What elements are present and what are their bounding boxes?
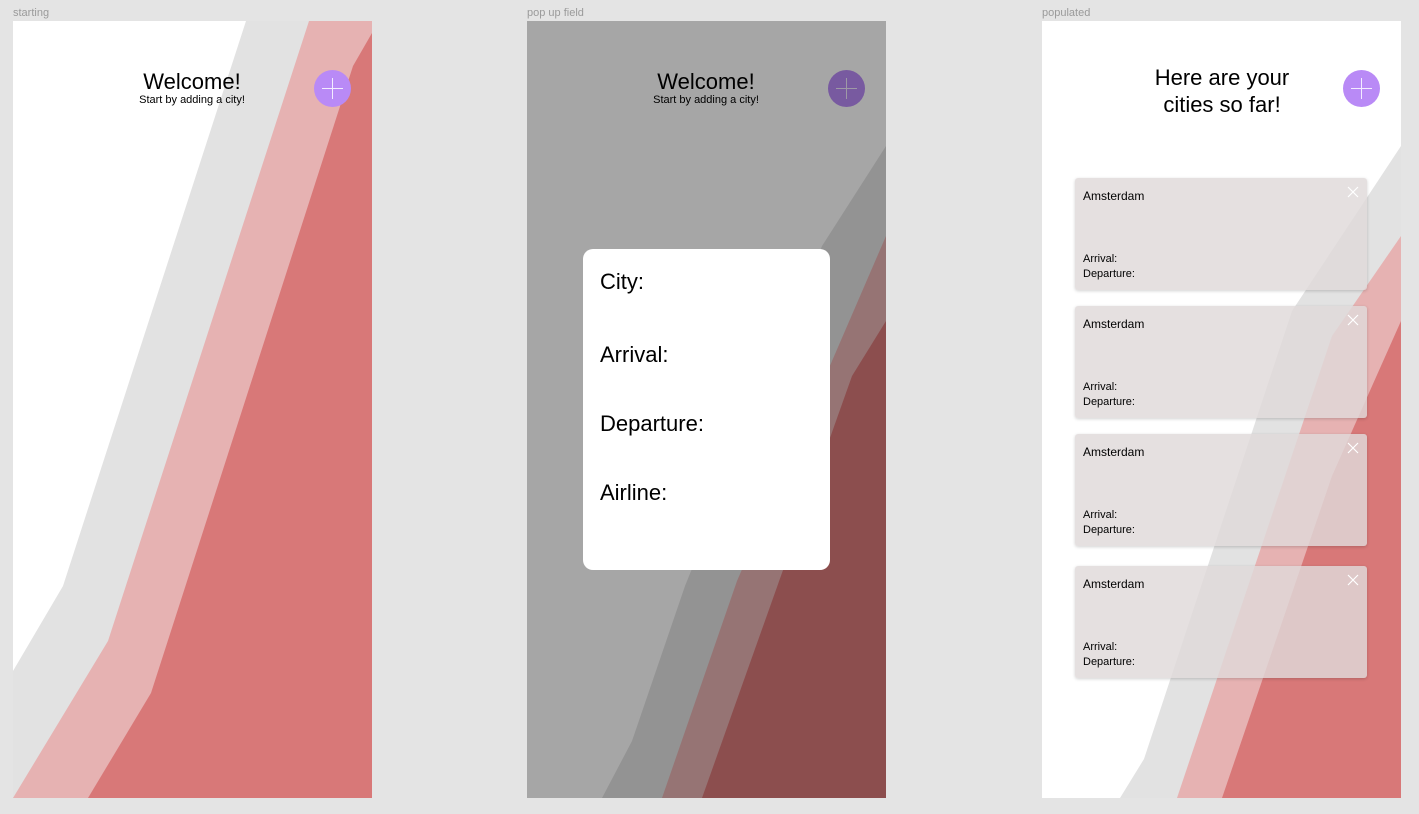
city-card[interactable]: Amsterdam Arrival: Departure: (1075, 434, 1367, 546)
close-icon[interactable] (1347, 314, 1359, 326)
frame-label-starting: starting (13, 7, 50, 19)
frame-starting: Welcome! Start by adding a city! (13, 21, 372, 798)
page-title-line-2: cities so far! (1163, 92, 1281, 117)
departure-label: Departure: (1083, 656, 1135, 668)
arrival-field-label[interactable]: Arrival: (600, 342, 668, 368)
city-name: Amsterdam (1083, 577, 1145, 591)
frame-label-populated: populated (1042, 7, 1091, 19)
city-card[interactable]: Amsterdam Arrival: Departure: (1075, 566, 1367, 678)
city-card[interactable]: Amsterdam Arrival: Departure: (1075, 306, 1367, 418)
page-title: Here are your cities so far! (1132, 64, 1312, 118)
city-name: Amsterdam (1083, 445, 1145, 459)
airline-field-label[interactable]: Airline: (600, 480, 667, 506)
arrival-label: Arrival: (1083, 253, 1118, 265)
close-icon[interactable] (1347, 442, 1359, 454)
frame-popup: Welcome! Start by adding a city! City: A… (527, 21, 886, 798)
arrival-label: Arrival: (1083, 509, 1118, 521)
welcome-title: Welcome! (143, 69, 241, 94)
arrival-label: Arrival: (1083, 381, 1118, 393)
welcome-subtitle: Start by adding a city! (139, 94, 245, 106)
frame-label-popup: pop up field (527, 7, 584, 19)
departure-label: Departure: (1083, 396, 1135, 408)
background-bands (13, 21, 372, 798)
page-title-line-1: Here are your (1154, 65, 1290, 90)
arrival-label: Arrival: (1083, 641, 1118, 653)
add-city-button[interactable] (1343, 70, 1380, 107)
city-name: Amsterdam (1083, 317, 1145, 331)
frame-populated: Here are your cities so far! Amsterdam A… (1042, 21, 1401, 798)
add-city-popup: City: Arrival: Departure: Airline: (583, 249, 830, 570)
city-card[interactable]: Amsterdam Arrival: Departure: (1075, 178, 1367, 290)
departure-field-label[interactable]: Departure: (600, 411, 704, 437)
city-name: Amsterdam (1083, 189, 1145, 203)
departure-label: Departure: (1083, 268, 1135, 280)
city-field-label[interactable]: City: (600, 269, 644, 295)
departure-label: Departure: (1083, 524, 1135, 536)
close-icon[interactable] (1347, 574, 1359, 586)
add-city-button[interactable] (314, 70, 351, 107)
close-icon[interactable] (1347, 186, 1359, 198)
